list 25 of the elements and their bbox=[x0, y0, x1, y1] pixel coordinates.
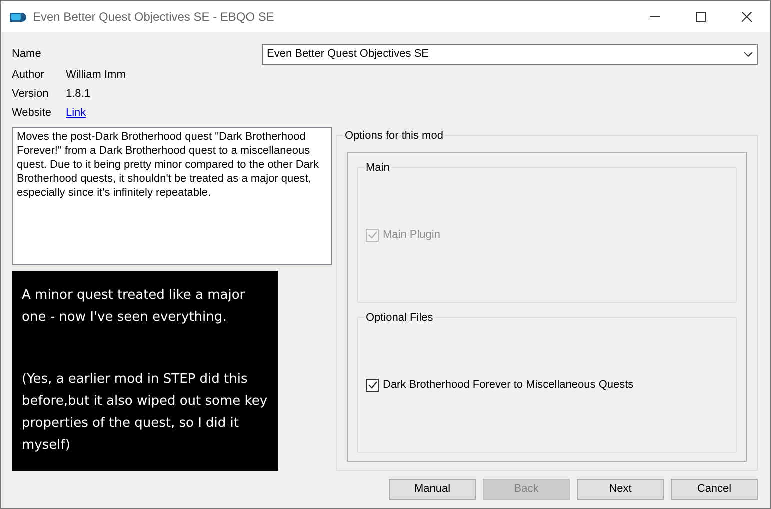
name-dropdown[interactable]: Even Better Quest Objectives SE bbox=[262, 44, 758, 64]
minimize-icon bbox=[650, 16, 660, 17]
maximize-icon bbox=[696, 12, 706, 22]
dialog-button[interactable]: Manual bbox=[389, 479, 476, 500]
options-title: Options for this mod bbox=[343, 128, 446, 144]
website-link[interactable]: Link bbox=[66, 105, 86, 122]
chevron-icon bbox=[744, 52, 753, 56]
image-note: (Yes, a earlier mod in STEP did this before,but it also wiped out some key properties of the quest, so I did it myself) bbox=[22, 371, 268, 455]
field-label: Author bbox=[12, 68, 46, 84]
app-icon bbox=[9, 11, 27, 22]
dialog-button[interactable]: Next bbox=[577, 479, 664, 500]
checkbox-label: Main Plugin bbox=[383, 228, 440, 243]
dialog-button[interactable]: Cancel bbox=[671, 479, 758, 500]
field-label: Name bbox=[12, 46, 42, 62]
checkbox-label: Dark Brotherhood Forever to Miscellaneous Quests bbox=[383, 378, 634, 393]
description-box[interactable]: Moves the post-Dark Brotherhood quest "Dark Brotherhood Forever!" from a Dark Brotherhood quest to a miscellaneous quest. Due to it being pretty minor compared to the other Dark Brotherhood quests, it shouldn't be treated as a major quest, especially since it's infinitely repeatable. bbox=[12, 127, 332, 265]
field-value: 1.8.1 bbox=[66, 87, 90, 102]
field-value: William Imm bbox=[66, 68, 126, 84]
window-title: Even Better Quest Objectives SE - EBQO SE bbox=[33, 8, 274, 26]
close-icon bbox=[742, 12, 752, 22]
field-label: Website bbox=[12, 106, 53, 122]
image-caption: A minor quest treated like a major one - now I've seen everything. bbox=[22, 287, 246, 327]
field-label: Version bbox=[12, 87, 50, 102]
checkbox[interactable] bbox=[366, 378, 379, 392]
group-title: Optional Files bbox=[364, 310, 436, 326]
